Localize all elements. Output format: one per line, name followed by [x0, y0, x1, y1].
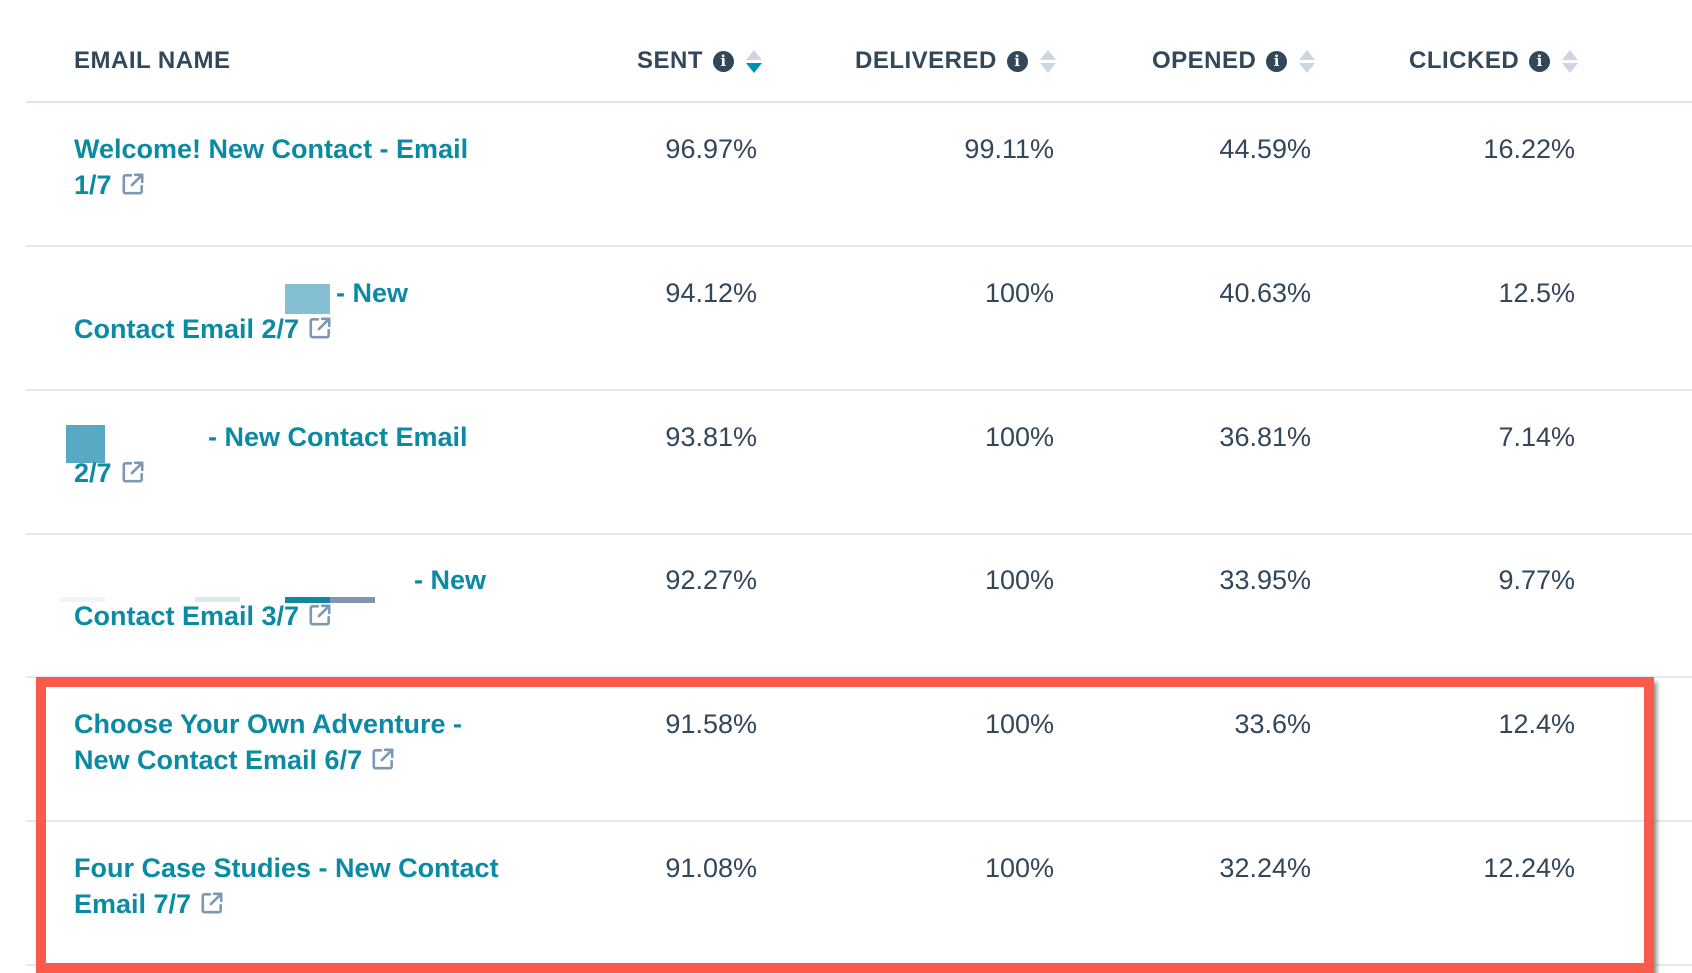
email-name-line1[interactable]: Welcome! New Contact - Email	[74, 134, 468, 164]
column-header-delivered[interactable]: DELIVERED i	[855, 44, 1056, 78]
email-name-line1[interactable]: Choose Your Own Adventure -	[74, 709, 462, 739]
email-name-line2[interactable]: New Contact Email 6/7	[74, 745, 362, 775]
email-name-line1[interactable]: - New	[414, 565, 486, 595]
table-row: - New Contact Email 3/7 92.27% 100% 33.9…	[0, 534, 1692, 678]
external-link-icon[interactable]	[370, 745, 396, 781]
clicked-rate: 12.4%	[1498, 709, 1575, 739]
column-header-email-name: EMAIL NAME	[74, 44, 231, 78]
column-header-label: CLICKED	[1409, 47, 1520, 74]
external-link-icon[interactable]	[307, 601, 333, 637]
sort-ascending-icon[interactable]	[1299, 49, 1316, 60]
sent-rate: 91.58%	[665, 709, 757, 739]
clicked-rate: 12.5%	[1498, 278, 1575, 308]
delivered-rate: 99.11%	[964, 134, 1054, 164]
sent-rate: 93.81%	[665, 422, 757, 452]
delivered-rate: 100%	[984, 278, 1054, 308]
row-divider	[26, 964, 1692, 966]
sort-descending-icon[interactable]	[1562, 62, 1579, 73]
sort-ascending-icon[interactable]	[746, 49, 763, 60]
column-header-sent[interactable]: SENT i	[637, 44, 763, 78]
opened-rate: 33.95%	[1219, 565, 1311, 595]
email-name-line2[interactable]: 1/7	[74, 170, 112, 200]
email-name-line2[interactable]: 2/7	[74, 458, 112, 488]
column-header-label: OPENED	[1152, 47, 1257, 74]
info-circle-icon[interactable]: i	[1006, 50, 1028, 72]
table-row: Four Case Studies - New Contact Email 7/…	[0, 822, 1692, 966]
delivered-rate: 100%	[984, 709, 1054, 739]
sent-rate: 92.27%	[665, 565, 757, 595]
opened-rate: 33.6%	[1234, 709, 1311, 739]
external-link-icon[interactable]	[120, 458, 146, 494]
email-name-line2[interactable]: Contact Email 2/7	[74, 314, 299, 344]
info-circle-icon[interactable]: i	[1529, 50, 1551, 72]
clicked-rate: 16.22%	[1483, 134, 1575, 164]
sort-arrows-icon[interactable]	[1039, 49, 1056, 73]
email-name-line1[interactable]: - New	[336, 278, 408, 308]
table-row: Welcome! New Contact - Email 1/7 96.97% …	[0, 103, 1692, 247]
delivered-rate: 100%	[984, 853, 1054, 883]
clicked-rate: 12.24%	[1483, 853, 1575, 883]
email-name-line2[interactable]: Contact Email 3/7	[74, 601, 299, 631]
email-name-link[interactable]: - New Contact Email 3/7	[74, 562, 554, 637]
delivered-rate: 100%	[984, 565, 1054, 595]
email-name-link[interactable]: Four Case Studies - New Contact Email 7/…	[74, 850, 594, 925]
email-name-line1[interactable]: - New Contact Email	[208, 422, 468, 452]
opened-rate: 44.59%	[1219, 134, 1311, 164]
column-header-label: DELIVERED	[855, 47, 997, 74]
opened-rate: 36.81%	[1219, 422, 1311, 452]
sort-ascending-icon[interactable]	[1039, 49, 1056, 60]
opened-rate: 32.24%	[1219, 853, 1311, 883]
table-row: - New Contact Email 2/7 94.12% 100% 40.6…	[0, 247, 1692, 391]
sort-descending-icon[interactable]	[746, 62, 763, 73]
info-circle-icon[interactable]: i	[713, 50, 735, 72]
email-name-link[interactable]: - New Contact Email 2/7	[74, 419, 594, 494]
column-header-opened[interactable]: OPENED i	[1152, 44, 1316, 78]
table-row: Choose Your Own Adventure - New Contact …	[0, 678, 1692, 822]
email-name-link[interactable]: Welcome! New Contact - Email 1/7	[74, 131, 554, 206]
clicked-rate: 7.14%	[1498, 422, 1575, 452]
email-name-link[interactable]: Choose Your Own Adventure - New Contact …	[74, 706, 554, 781]
sort-arrows-icon[interactable]	[1299, 49, 1316, 73]
sort-ascending-icon[interactable]	[1562, 49, 1579, 60]
sort-descending-icon[interactable]	[1299, 62, 1316, 73]
table-header: EMAIL NAME SENT i DELIVERED i OPENED i C…	[0, 0, 1692, 103]
sort-descending-icon[interactable]	[1039, 62, 1056, 73]
delivered-rate: 100%	[984, 422, 1054, 452]
table-row: - New Contact Email 2/7 93.81% 100% 36.8…	[0, 391, 1692, 535]
email-name-line1[interactable]: Four Case Studies - New Contact	[74, 853, 499, 883]
sort-arrows-icon[interactable]	[746, 49, 763, 73]
opened-rate: 40.63%	[1219, 278, 1311, 308]
external-link-icon[interactable]	[120, 170, 146, 206]
column-header-label: EMAIL NAME	[74, 47, 231, 74]
sort-arrows-icon[interactable]	[1562, 49, 1579, 73]
sent-rate: 96.97%	[665, 134, 757, 164]
info-circle-icon[interactable]: i	[1266, 50, 1288, 72]
external-link-icon[interactable]	[199, 889, 225, 925]
email-name-link[interactable]: - New Contact Email 2/7	[74, 275, 554, 350]
column-header-clicked[interactable]: CLICKED i	[1409, 44, 1579, 78]
external-link-icon[interactable]	[307, 314, 333, 350]
sent-rate: 94.12%	[665, 278, 757, 308]
sent-rate: 91.08%	[665, 853, 757, 883]
clicked-rate: 9.77%	[1498, 565, 1575, 595]
email-name-line2[interactable]: Email 7/7	[74, 889, 191, 919]
column-header-label: SENT	[637, 47, 704, 74]
